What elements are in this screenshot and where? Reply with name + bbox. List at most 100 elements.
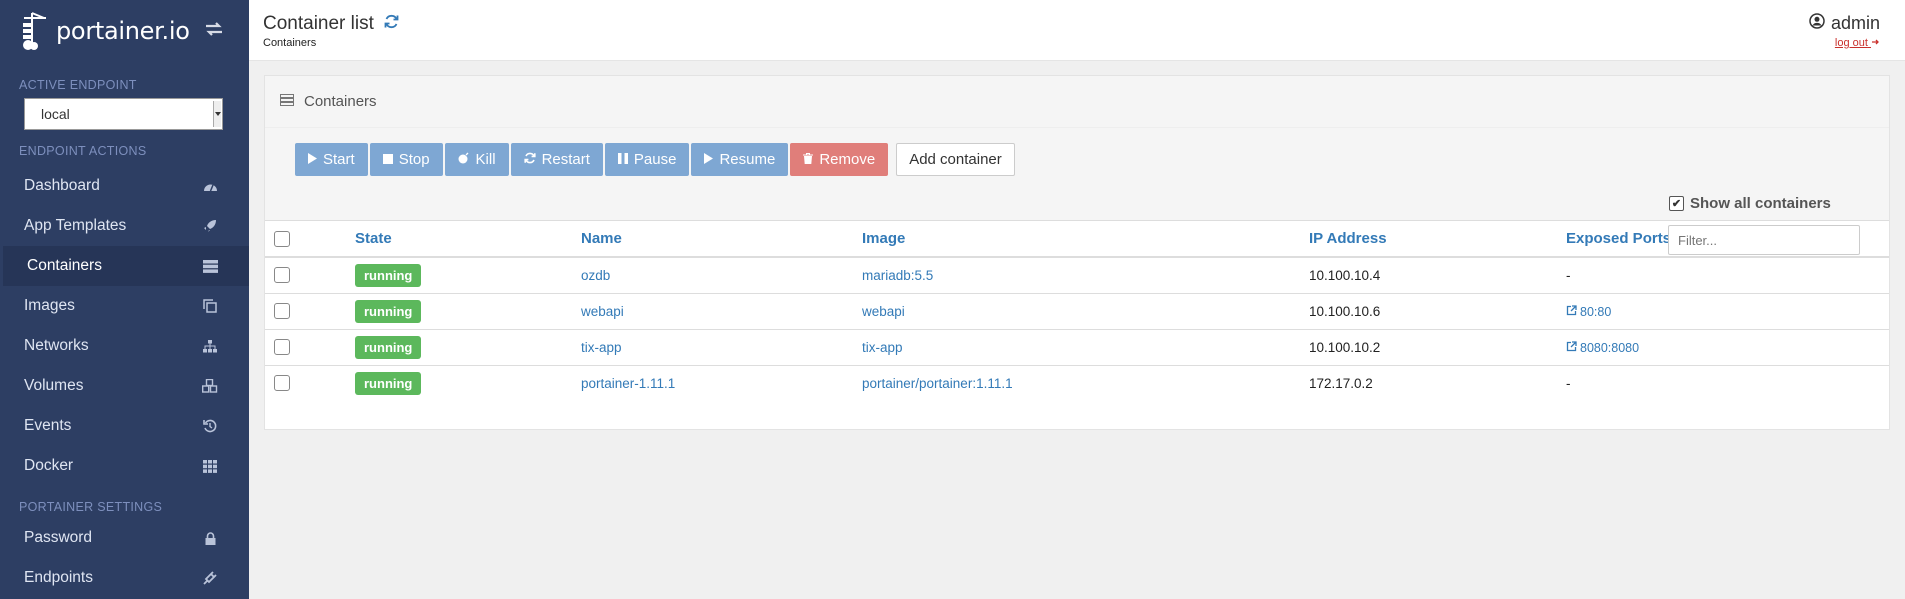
sidebar-item-docker[interactable]: Docker (0, 446, 249, 486)
sidebar-item-app-templates[interactable]: App Templates (0, 206, 249, 246)
status-badge: running (355, 371, 422, 395)
endpoint-select-value: local (41, 106, 70, 122)
sidebar-item-containers[interactable]: Containers (0, 246, 249, 286)
sidebar-item-images[interactable]: Images (0, 286, 249, 326)
table-row: running ozdb mariadb:5.5 10.100.10.4 - (265, 257, 1889, 294)
pause-button[interactable]: Pause (604, 143, 690, 176)
kill-button[interactable]: Kill (444, 143, 509, 176)
restart-button[interactable]: Restart (510, 143, 603, 176)
clone-icon (201, 297, 219, 315)
username: admin (1830, 13, 1880, 33)
container-name-link[interactable]: tix-app (581, 340, 622, 355)
sidebar-item-label: Images (24, 297, 75, 314)
containers-widget: Containers Start Stop Kill Restart Pause (264, 75, 1890, 430)
page-header: Container list Containers admin log out (249, 0, 1905, 61)
image-link[interactable]: tix-app (862, 340, 903, 355)
remove-button[interactable]: Remove (790, 143, 889, 176)
plug-icon (201, 569, 219, 587)
sidebar-item-label: Dashboard (24, 177, 100, 194)
sidebar-item-networks[interactable]: Networks (0, 326, 249, 366)
image-link[interactable]: mariadb:5.5 (862, 268, 933, 283)
container-name-link[interactable]: portainer-1.11.1 (581, 376, 675, 391)
sidebar-item-label: Networks (24, 337, 89, 354)
column-header-name[interactable]: Name (581, 221, 862, 258)
ip-address: 10.100.10.4 (1309, 257, 1566, 294)
column-header-image[interactable]: Image (862, 221, 1309, 258)
page-title-text: Container list (263, 13, 374, 34)
logout-label: log out (1834, 37, 1868, 49)
breadcrumb: Containers (263, 37, 317, 49)
sidebar-item-label: Containers (27, 257, 102, 274)
sidebar-item-events[interactable]: Events (0, 406, 249, 446)
sidebar-item-password[interactable]: Password (0, 518, 249, 558)
exposed-ports: - (1566, 257, 1889, 294)
stop-button[interactable]: Stop (369, 143, 443, 176)
exposed-ports: 8080:8080 (1566, 329, 1889, 366)
exchange-icon[interactable] (205, 21, 223, 42)
cubes-icon (201, 377, 219, 395)
sidebar-item-volumes[interactable]: Volumes (0, 366, 249, 406)
portainer-logo-icon (23, 11, 46, 50)
toolbar: Start Stop Kill Restart Pause Resume Rem… (265, 128, 1889, 255)
exposed-ports: - (1566, 375, 1571, 391)
image-link[interactable]: portainer/portainer:1.11.1 (862, 376, 1013, 391)
port-link[interactable]: 80:80 (1566, 305, 1611, 319)
action-button-group: Start Stop Kill Restart Pause Resume Rem… (295, 143, 1015, 176)
select-all-checkbox[interactable] (274, 230, 290, 247)
column-header-state[interactable]: State (355, 221, 581, 258)
add-container-button[interactable]: Add container (896, 143, 1015, 176)
select-all-cell (265, 221, 355, 258)
status-badge: running (355, 263, 422, 287)
resume-button[interactable]: Resume (691, 143, 789, 176)
sidebar-item-label: Events (24, 417, 72, 434)
sidebar-item-label: App Templates (24, 217, 127, 234)
widget-header: Containers (265, 76, 1889, 128)
row-checkbox[interactable] (274, 339, 290, 355)
sign-out-icon (1871, 37, 1880, 49)
refresh-icon (523, 151, 536, 168)
user-info: admin (1809, 13, 1880, 34)
dashboard-icon (201, 177, 219, 195)
sidebar-item-endpoints[interactable]: Endpoints (0, 558, 249, 598)
play-icon (308, 151, 317, 168)
endpoint-select[interactable]: local (24, 98, 223, 130)
sitemap-icon (201, 337, 219, 355)
ip-address: 172.17.0.2 (1309, 375, 1373, 391)
brand: portainer.io (0, 0, 249, 61)
portainer-logo[interactable]: portainer.io (20, 11, 190, 51)
filter-input[interactable] (1668, 225, 1860, 255)
trash-icon (803, 151, 814, 168)
row-checkbox[interactable] (274, 303, 290, 319)
show-all-containers[interactable]: ✔ Show all containers (1669, 195, 1831, 212)
status-badge: running (355, 335, 422, 359)
start-button[interactable]: Start (295, 143, 368, 176)
table-header-row: State Name Image IP Address Exposed Port… (265, 221, 1889, 258)
widget-title: Containers (304, 93, 377, 110)
user-circle-icon (1809, 13, 1825, 34)
play-icon (704, 151, 714, 168)
container-name-link[interactable]: ozdb (581, 268, 610, 283)
logout-link[interactable]: log out (1835, 37, 1880, 49)
column-header-ip[interactable]: IP Address (1309, 221, 1566, 258)
row-checkbox[interactable] (274, 375, 290, 392)
active-endpoint-title: ACTIVE ENDPOINT (19, 78, 137, 92)
port-link[interactable]: 8080:8080 (1566, 341, 1639, 355)
port-label: 80:80 (1580, 304, 1612, 319)
row-checkbox[interactable] (274, 267, 290, 284)
sidebar-item-label: Password (24, 529, 93, 546)
portainer-settings-title: PORTAINER SETTINGS (19, 500, 163, 514)
show-all-label: Show all containers (1690, 195, 1831, 212)
show-all-checkbox[interactable]: ✔ (1669, 196, 1684, 211)
image-link[interactable]: webapi (862, 304, 905, 319)
page-title: Container list (263, 13, 399, 35)
server-icon (201, 257, 219, 275)
table-row: running webapi webapi 10.100.10.6 80:80 (265, 293, 1889, 330)
ip-address: 10.100.10.6 (1309, 293, 1566, 330)
refresh-icon[interactable] (384, 13, 399, 35)
port-label: 8080:8080 (1580, 340, 1640, 355)
exposed-ports: 80:80 (1566, 293, 1889, 330)
sidebar-item-dashboard[interactable]: Dashboard (0, 166, 249, 206)
container-name-link[interactable]: webapi (581, 304, 624, 319)
sidebar-item-label: Volumes (24, 377, 84, 394)
external-link-icon (1566, 340, 1577, 355)
